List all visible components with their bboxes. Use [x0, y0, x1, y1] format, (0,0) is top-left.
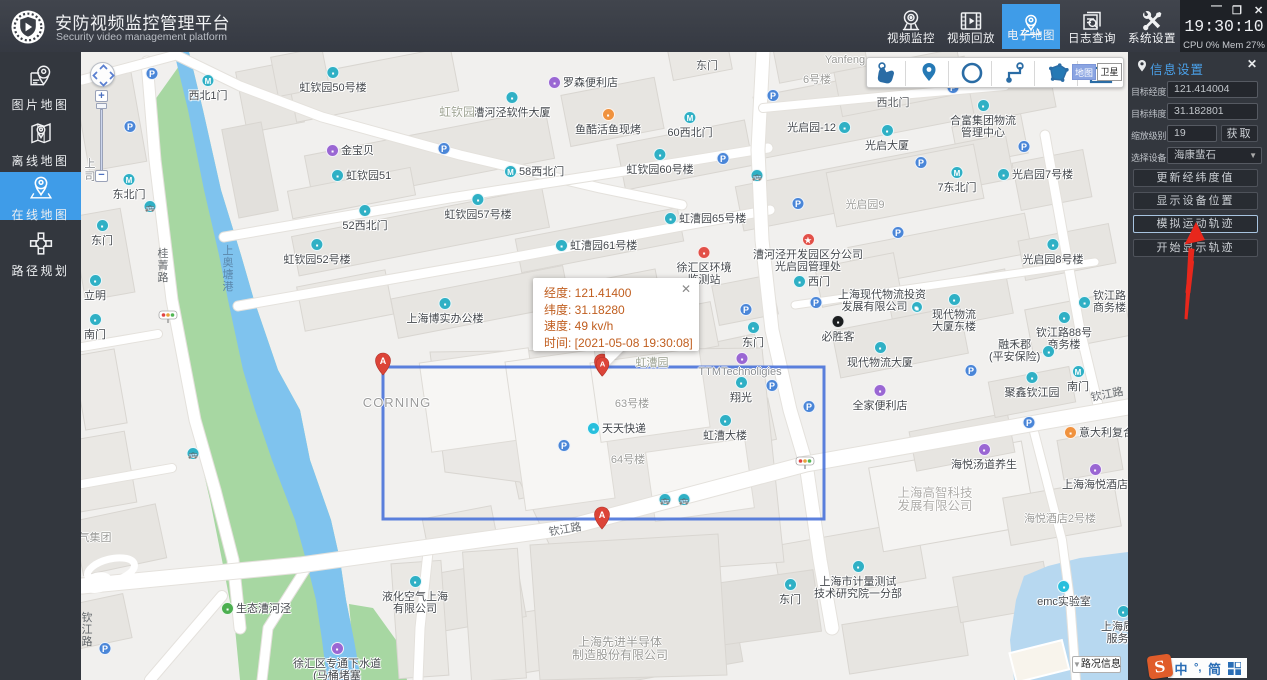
svg-text:A: A [600, 360, 606, 369]
svg-text:A: A [380, 356, 387, 366]
svg-text:A: A [599, 510, 606, 520]
